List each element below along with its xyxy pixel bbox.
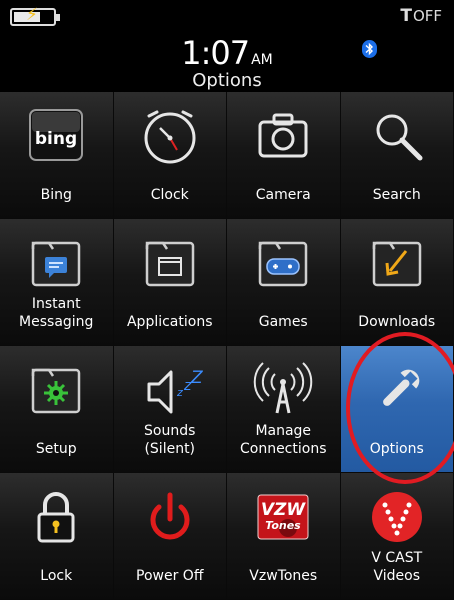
power-off-icon [135, 483, 205, 549]
camera-icon [248, 102, 318, 168]
app-tile-instant-messaging[interactable]: Instant Messaging [0, 219, 114, 346]
applications-folder-icon [135, 229, 205, 295]
svg-text:Z: Z [190, 368, 203, 388]
app-tile-clock[interactable]: Clock [113, 92, 227, 219]
highlight-circle [346, 332, 454, 484]
app-tile-lock[interactable]: Lock [0, 473, 114, 600]
vzwtones-icon-subtext: Tones [266, 519, 302, 532]
app-label: Clock [150, 187, 189, 203]
app-tile-games[interactable]: Games [227, 219, 341, 346]
bluetooth-icon [362, 40, 377, 58]
instant-messaging-icon [21, 229, 91, 295]
app-tile-setup[interactable]: Setup [0, 346, 114, 473]
signal-status-text: OFF [412, 7, 442, 25]
vzwtones-icon: VZW Tones [248, 483, 318, 549]
status-bar: ⚡ TOFF 1:07 AM Options [0, 0, 454, 92]
app-label: Applications [126, 314, 213, 330]
svg-text:z: z [176, 386, 183, 399]
games-folder-icon [248, 229, 318, 295]
setup-folder-icon [21, 356, 91, 422]
app-label: V CAST Videos [371, 550, 423, 584]
app-tile-manage-connections[interactable]: Manage Connections [227, 346, 341, 473]
app-label: Downloads [358, 314, 436, 330]
app-tile-applications[interactable]: Applications [113, 219, 227, 346]
app-label: Camera [255, 187, 311, 203]
downloads-folder-icon [362, 229, 432, 295]
app-tile-downloads[interactable]: Downloads [340, 219, 454, 346]
bing-icon: bing [21, 102, 91, 168]
battery-icon: ⚡ [10, 7, 60, 26]
app-tile-camera[interactable]: Camera [227, 92, 341, 219]
clock: 1:07 AM [0, 34, 454, 72]
app-tile-bing[interactable]: bing Bing [0, 92, 114, 219]
signal-antenna-icon: T [400, 6, 412, 26]
app-tile-v-cast-videos[interactable]: V CAST Videos [340, 473, 454, 600]
app-label: Search [372, 187, 421, 203]
search-icon [362, 102, 432, 168]
app-label: Lock [40, 568, 73, 584]
clock-time: 1:07 [181, 34, 250, 72]
lock-icon [21, 483, 91, 549]
app-tile-sounds-silent[interactable]: z z Z Sounds (Silent) [113, 346, 227, 473]
vcast-videos-icon [362, 483, 432, 549]
clock-icon [135, 102, 205, 168]
app-tile-power-off[interactable]: Power Off [113, 473, 227, 600]
sounds-icon: z z Z [135, 356, 205, 422]
clock-ampm: AM [251, 52, 273, 68]
vzwtones-icon-text: VZW [261, 500, 306, 520]
app-label: Power Off [136, 568, 204, 584]
app-label: VzwTones [249, 568, 318, 584]
app-label: Manage Connections [239, 423, 327, 457]
bing-logo-text: bing [35, 129, 77, 149]
app-label: Sounds (Silent) [144, 423, 196, 457]
app-tile-search[interactable]: Search [340, 92, 454, 219]
screen-title: Options [192, 70, 262, 91]
app-label: Games [258, 314, 308, 330]
manage-connections-icon [248, 356, 318, 422]
app-label: Bing [40, 187, 72, 203]
app-tile-vzwtones[interactable]: VZW Tones VzwTones [227, 473, 341, 600]
app-label: Instant Messaging [19, 296, 94, 330]
signal-indicator: TOFF [400, 6, 442, 26]
app-label: Setup [35, 441, 77, 457]
